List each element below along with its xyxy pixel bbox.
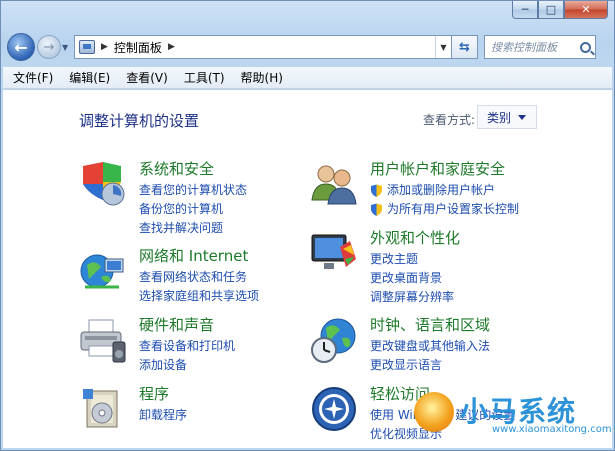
category-title[interactable]: 网络和 Internet	[139, 245, 248, 266]
category-title[interactable]: 硬件和声音	[139, 314, 214, 335]
view-by-value: 类别	[487, 110, 512, 125]
link-homegroup-sharing[interactable]: 选择家庭组和共享选项	[139, 287, 259, 306]
control-panel-window: ─ □ ✕ ← → ▼ ▶ 控制面板 ▶ ▼ ⇆ 搜索控制面板 文件(F) 编辑…	[0, 0, 615, 451]
link-change-background[interactable]: 更改桌面背景	[370, 269, 454, 288]
link-view-computer-status[interactable]: 查看您的计算机状态	[139, 181, 247, 200]
link-label: 为所有用户设置家长控制	[387, 202, 520, 216]
link-change-theme[interactable]: 更改主题	[370, 250, 454, 269]
category-title[interactable]: 时钟、语言和区域	[370, 314, 490, 335]
close-button[interactable]: ✕	[564, 1, 608, 19]
clock-globe-icon[interactable]	[310, 316, 358, 364]
view-by-label: 查看方式:	[423, 113, 476, 127]
menu-file[interactable]: 文件(F)	[13, 69, 53, 86]
forward-button[interactable]: →	[37, 35, 61, 59]
site-watermark: 小马系统 www.xiaomaxitong.com	[404, 388, 612, 442]
link-devices-printers[interactable]: 查看设备和打印机	[139, 337, 235, 356]
link-change-display-language[interactable]: 更改显示语言	[370, 356, 490, 375]
maximize-button[interactable]: □	[538, 1, 564, 19]
category-title[interactable]: 外观和个性化	[370, 227, 460, 248]
search-icon[interactable]	[580, 41, 591, 53]
link-change-input-method[interactable]: 更改键盘或其他输入法	[370, 337, 490, 356]
menu-tools[interactable]: 工具(T)	[184, 69, 225, 86]
link-add-remove-accounts[interactable]: 添加或删除用户帐户	[370, 181, 519, 200]
breadcrumb-separator-icon[interactable]: ▶	[101, 42, 108, 52]
ease-of-access-icon[interactable]	[310, 385, 358, 433]
back-button[interactable]: ←	[7, 33, 35, 61]
page-title: 调整计算机的设置	[79, 112, 200, 130]
link-screen-resolution[interactable]: 调整屏幕分辨率	[370, 288, 454, 307]
view-by-dropdown[interactable]: 类别	[477, 105, 537, 129]
network-globe-icon[interactable]	[79, 247, 127, 295]
monitor-palette-icon[interactable]	[310, 229, 358, 277]
users-icon[interactable]	[310, 160, 358, 208]
shield-flag-icon[interactable]	[79, 160, 127, 208]
watermark-logo-icon	[414, 392, 454, 432]
history-dropdown-icon[interactable]: ▼	[62, 43, 72, 52]
menu-bar: 文件(F) 编辑(E) 查看(V) 工具(T) 帮助(H)	[3, 67, 612, 89]
menu-edit[interactable]: 编辑(E)	[69, 69, 110, 86]
link-parental-controls[interactable]: 为所有用户设置家长控制	[370, 200, 519, 219]
minimize-button[interactable]: ─	[512, 1, 538, 19]
menu-help[interactable]: 帮助(H)	[241, 69, 283, 86]
uac-shield-icon	[371, 203, 382, 216]
control-panel-icon	[79, 40, 95, 54]
category-title[interactable]: 系统和安全	[139, 158, 214, 179]
breadcrumb-control-panel[interactable]: 控制面板	[114, 39, 162, 56]
link-troubleshoot[interactable]: 查找并解决问题	[139, 219, 247, 238]
uac-shield-icon	[371, 184, 382, 197]
address-bar[interactable]: ▶ 控制面板 ▶ ▼	[74, 35, 452, 59]
printer-icon[interactable]	[79, 316, 127, 364]
link-backup-computer[interactable]: 备份您的计算机	[139, 200, 247, 219]
link-uninstall-program[interactable]: 卸载程序	[139, 406, 187, 425]
link-label: 添加或删除用户帐户	[387, 183, 496, 197]
search-input[interactable]: 搜索控制面板	[484, 35, 596, 59]
category-title[interactable]: 用户帐户和家庭安全	[370, 158, 505, 179]
breadcrumb-separator-icon[interactable]: ▶	[168, 42, 175, 52]
watermark-url: www.xiaomaxitong.com	[492, 424, 612, 435]
navigation-bar: ← → ▼ ▶ 控制面板 ▶ ▼ ⇆ 搜索控制面板	[7, 31, 608, 63]
chevron-down-icon	[518, 114, 527, 120]
programs-box-icon[interactable]	[79, 385, 127, 433]
address-dropdown-icon[interactable]: ▼	[435, 36, 451, 58]
category-title[interactable]: 程序	[139, 383, 169, 404]
menu-view[interactable]: 查看(V)	[126, 69, 168, 86]
link-add-device[interactable]: 添加设备	[139, 356, 235, 375]
link-network-status[interactable]: 查看网络状态和任务	[139, 268, 259, 287]
content-area: 调整计算机的设置 查看方式: 类别 系统和安全 查看您的计算机状态 备份您的计算…	[3, 90, 612, 448]
search-placeholder: 搜索控制面板	[491, 41, 557, 54]
refresh-button[interactable]: ⇆	[452, 35, 478, 59]
caption-buttons: ─ □ ✕	[512, 1, 608, 19]
